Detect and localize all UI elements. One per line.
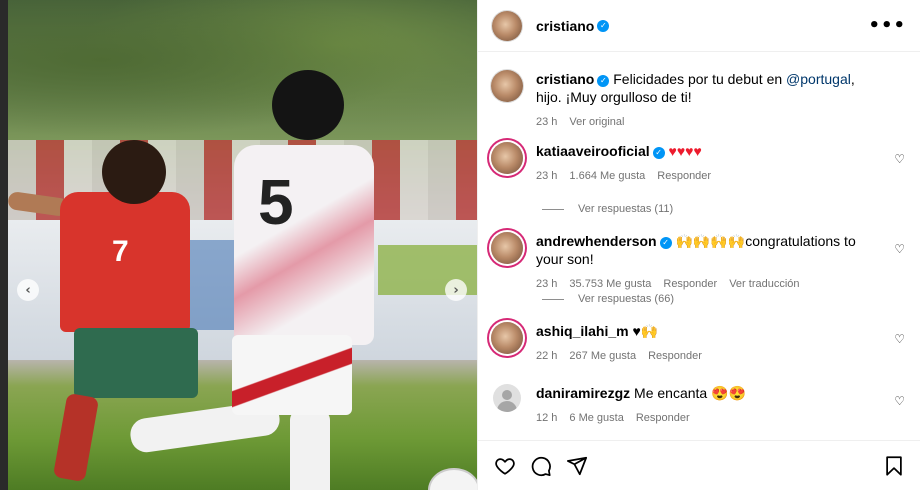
comment-time: 23 h [536,278,558,290]
author-username[interactable]: cristiano [536,18,594,34]
default-avatar[interactable] [493,384,521,412]
comment-likes-count[interactable]: 267 Me gusta [569,347,636,365]
carousel-prev-button[interactable]: ‹ [17,279,39,301]
player-red-shorts [74,328,198,398]
bookmark-icon [886,455,902,476]
author-avatar[interactable] [492,10,522,41]
comment-like-heart-icon[interactable]: ♡ [894,242,905,256]
caption-body: cristiano ✓ Felicidades por tu debut en @… [536,70,876,131]
comment-meta: 23 h 1.664 Me gusta Responder [536,167,876,185]
comment-row: andrewhenderson ✓ 🙌🙌🙌🙌congratulations to … [491,232,911,293]
player-red-leg [52,392,100,483]
reply-button[interactable]: Responder [636,409,690,427]
heart-icon [495,457,515,475]
post-header: cristiano ✓ ••• [478,0,920,52]
comment-time: 12 h [536,412,558,424]
caption-avatar[interactable] [491,70,523,102]
replies-divider [542,298,564,300]
post-action-bar [478,440,920,490]
post-photo[interactable]: 7 5 ‹ › [0,0,477,490]
caption-row: cristiano ✓ Felicidades por tu debut en @… [491,70,911,131]
comment-username[interactable]: ashiq_ilahi_m [536,323,629,339]
comment-username[interactable]: daniramirezgz [536,385,630,401]
comment-like-heart-icon[interactable]: ♡ [894,152,905,166]
verified-badge-icon: ✓ [597,19,610,32]
photo-edge [0,0,8,490]
player-white-shorts [232,335,352,415]
comment-body: ashiq_ilahi_m ♥🙌 22 h 267 Me gusta Respo… [536,322,876,365]
view-replies-button[interactable]: Ver respuestas (11) [542,203,673,215]
comment-text: ♥🙌 [632,323,659,339]
comment-text: ♥♥♥♥ [668,143,702,159]
comment-time: 23 h [536,170,558,182]
comment-row: ashiq_ilahi_m ♥🙌 22 h 267 Me gusta Respo… [491,322,911,365]
comment-avatar[interactable] [491,142,523,174]
player-white-number: 5 [258,166,294,238]
caption-meta: 23 h Ver original [536,113,876,131]
verified-badge-icon: ✓ [659,237,672,249]
player-white-kit: 5 [128,70,390,490]
view-replies-label: Ver respuestas (66) [578,293,674,305]
comment-likes-count[interactable]: 35.753 Me gusta [569,275,651,293]
see-original-button[interactable]: Ver original [569,113,624,131]
player-red-number: 7 [112,235,129,268]
see-translation-button[interactable]: Ver traducción [729,275,799,293]
caption-mention-link[interactable]: @portugal [786,71,851,87]
comment-likes-count[interactable]: 6 Me gusta [569,409,623,427]
comment-time: 22 h [536,350,558,362]
reply-button[interactable]: Responder [657,167,711,185]
comments-list[interactable]: cristiano ✓ Felicidades por tu debut en @… [478,52,920,440]
more-options-icon[interactable]: ••• [868,15,906,36]
comment-meta: 12 h 6 Me gusta Responder [536,409,876,427]
comment-likes-count[interactable]: 1.664 Me gusta [569,167,645,185]
carousel-next-button[interactable]: › [445,279,467,301]
replies-divider [542,208,564,210]
post-side-panel: cristiano ✓ ••• cristiano ✓ Felicidades p… [477,0,920,490]
player-white-leg-2 [290,410,330,490]
view-replies-label: Ver respuestas (11) [578,203,674,215]
verified-badge-icon: ✓ [652,147,665,159]
share-button[interactable] [564,453,590,479]
comment-body: daniramirezgz Me encanta 😍😍 12 h 6 Me gu… [536,384,876,427]
comment-body: katiaaveirooficial ✓ ♥♥♥♥ 23 h 1.664 Me g… [536,142,876,185]
comment-like-heart-icon[interactable]: ♡ [894,332,905,346]
comment-avatar[interactable] [491,232,523,264]
chevron-left-icon: ‹ [25,282,31,298]
save-button[interactable] [881,453,907,479]
chevron-right-icon: › [453,282,459,298]
comment-username[interactable]: andrewhenderson [536,233,657,249]
comment-button[interactable] [528,453,554,479]
comment-meta: 22 h 267 Me gusta Responder [536,347,876,365]
comment-row: katiaaveirooficial ✓ ♥♥♥♥ 23 h 1.664 Me g… [491,142,911,185]
comment-text: Me encanta 😍😍 [634,385,746,401]
reply-button[interactable]: Responder [648,347,702,365]
comment-row: daniramirezgz Me encanta 😍😍 12 h 6 Me gu… [491,384,911,427]
comment-like-heart-icon[interactable]: ♡ [894,394,905,408]
comment-username[interactable]: katiaaveirooficial [536,143,650,159]
caption-username[interactable]: cristiano [536,71,594,87]
comment-avatar[interactable] [491,322,523,354]
verified-badge-icon: ✓ [597,75,610,87]
view-replies-button[interactable]: Ver respuestas (66) [542,293,674,305]
share-icon [566,456,588,475]
player-white-shirt [234,145,374,345]
comment-icon [531,456,551,476]
like-button[interactable] [492,453,518,479]
player-red-head [102,140,166,204]
player-white-head [272,70,344,140]
comment-body: andrewhenderson ✓ 🙌🙌🙌🙌congratulations to … [536,232,886,293]
comment-meta: 23 h 35.753 Me gusta Responder Ver tradu… [536,275,886,293]
caption-text-before: Felicidades por tu debut en [609,71,787,87]
caption-time: 23 h [536,116,558,128]
reply-button[interactable]: Responder [663,275,717,293]
